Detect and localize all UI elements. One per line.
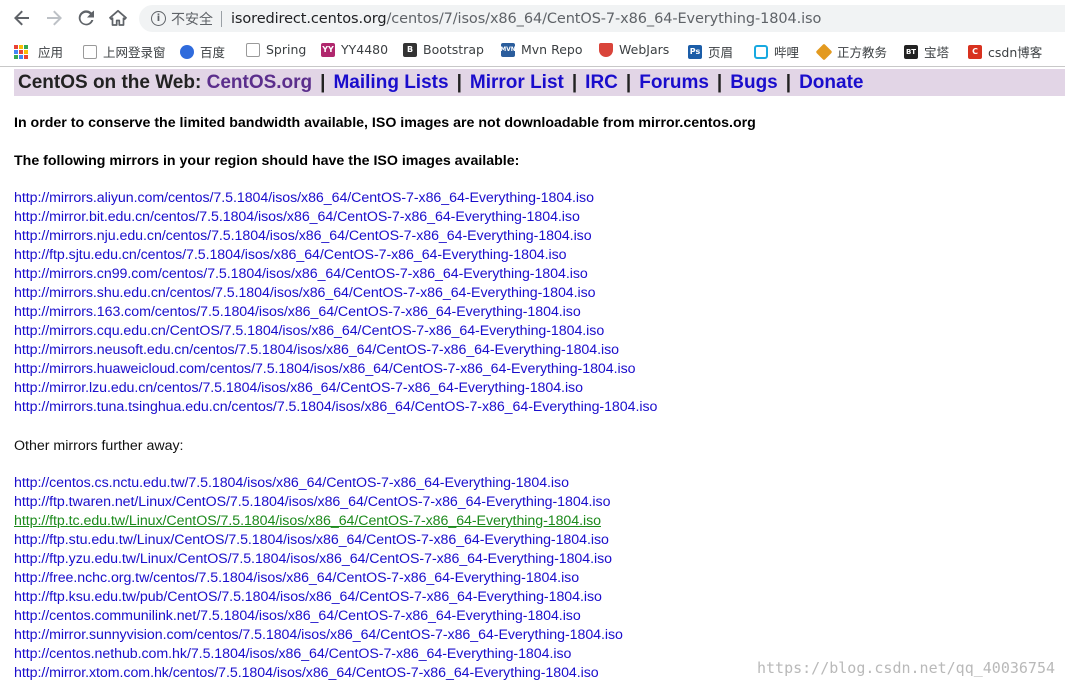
bookmark-label: 百度 [200,45,226,60]
mirror-link[interactable]: http://ftp.twaren.net/Linux/CentOS/7.5.1… [14,493,623,512]
apps-grid-icon [14,44,28,59]
centos-web-banner: CentOS on the Web: CentOS.org | Mailing Li… [14,69,1065,96]
page-icon [246,42,260,57]
page-content: CentOS on the Web: CentOS.org | Mailing Li… [0,67,1065,687]
banner-link-forums[interactable]: Forums [639,72,709,94]
bookmark-yy4480[interactable]: YY YY4480 [321,42,388,57]
away-mirror-list: http://centos.cs.nctu.edu.tw/7.5.1804/is… [14,474,623,683]
banner-separator: | [716,71,723,93]
banner-link-donate[interactable]: Donate [799,72,863,94]
security-label[interactable]: 不安全 [171,9,213,29]
url-text[interactable]: isoredirect.centos.org/centos/7/isos/x86… [231,11,821,27]
mirror-link[interactable]: http://mirrors.huaweicloud.com/centos/7.… [14,360,657,379]
away-mirrors-heading: Other mirrors further away: [14,438,184,454]
mirror-link[interactable]: http://ftp.tc.edu.tw/Linux/CentOS/7.5.18… [14,512,623,531]
banner-link-mirror-list[interactable]: Mirror List [470,72,564,94]
bookmark-ps[interactable]: Ps 页眉 [688,42,733,61]
address-bar[interactable]: i 不安全 isoredirect.centos.org/centos/7/is… [139,5,1065,32]
bookmark-label: WebJars [619,42,670,57]
forward-arrow-icon[interactable] [43,7,65,29]
mirror-link[interactable]: http://mirrors.aliyun.com/centos/7.5.180… [14,189,657,208]
mirror-link[interactable]: http://mirror.lzu.edu.cn/centos/7.5.1804… [14,379,657,398]
bookmark-spring[interactable]: Spring [246,42,306,57]
yy-icon: YY [321,42,335,57]
mirror-link[interactable]: http://mirrors.tuna.tsinghua.edu.cn/cent… [14,398,657,417]
mirror-link[interactable]: http://ftp.yzu.edu.tw/Linux/CentOS/7.5.1… [14,550,623,569]
mirror-link[interactable]: http://mirror.bit.edu.cn/centos/7.5.1804… [14,208,657,227]
bookmark-label: 应用 [38,45,64,60]
reload-icon[interactable] [75,7,97,29]
bilibili-tv-icon [754,44,768,59]
bookmark-apps[interactable]: 应用 [14,42,63,61]
browser-toolbar: i 不安全 isoredirect.centos.org/centos/7/is… [0,0,1065,36]
blog-watermark: https://blog.csdn.net/qq_40036754 [756,659,1055,677]
bookmark-label: YY4480 [341,42,389,57]
bookmark-bootstrap[interactable]: B Bootstrap [403,42,484,57]
mirror-link[interactable]: http://mirrors.nju.edu.cn/centos/7.5.180… [14,227,657,246]
ps-icon: Ps [688,44,702,59]
banner-separator: | [625,71,632,93]
baidu-paw-icon [180,44,194,59]
region-mirrors-heading: The following mirrors in your region sho… [14,153,520,169]
bandwidth-notice: In order to conserve the limited bandwid… [14,115,756,131]
bookmark-label: Mvn Repo [521,42,583,57]
bookmark-label: 页眉 [708,45,734,60]
home-icon[interactable] [107,7,129,29]
omnibox-divider [221,10,222,27]
banner-separator: | [320,71,326,93]
bookmark-bt[interactable]: BT 宝塔 [904,42,949,61]
banner-link-centos-org[interactable]: CentOS.org [207,72,313,94]
zhengfang-icon [815,43,833,60]
bookmark-label: 哔哩 [774,45,800,60]
url-host: isoredirect.centos.org [231,10,387,27]
bookmark-zhengfang[interactable]: 正方教务 [815,42,888,61]
banner-separator: | [571,71,578,93]
mirror-link[interactable]: http://ftp.ksu.edu.tw/pub/CentOS/7.5.180… [14,588,623,607]
mirror-link[interactable]: http://mirror.sunnyvision.com/centos/7.5… [14,626,623,645]
bootstrap-icon: B [403,42,417,57]
mirror-link[interactable]: http://mirrors.neusoft.edu.cn/centos/7.5… [14,341,657,360]
banner-link-irc[interactable]: IRC [585,72,618,94]
bookmarks-bar: 应用 上网登录窗 百度 Spring YY YY4480 B Bootstrap… [0,38,1065,62]
banner-link-bugs[interactable]: Bugs [730,72,778,94]
webjars-shield-icon [599,42,613,57]
bookmark-label: csdn博客 [988,45,1043,60]
banner-separator: | [785,71,792,93]
url-path: /centos/7/isos/x86_64/CentOS-7-x86_64-Ev… [386,10,822,27]
bookmark-baidu[interactable]: 百度 [180,42,225,61]
banner-lead: CentOS on the Web: [18,71,202,93]
banner-link-mailing-lists[interactable]: Mailing Lists [333,72,448,94]
bookmark-label: 上网登录窗 [103,45,166,60]
info-icon[interactable]: i [151,11,166,26]
bookmark-label: Bootstrap [423,42,484,57]
mirror-link[interactable]: http://ftp.stu.edu.tw/Linux/CentOS/7.5.1… [14,531,623,550]
bookmark-bilibili[interactable]: 哔哩 [754,42,799,61]
mirror-link[interactable]: http://mirror.xtom.com.hk/centos/7.5.180… [14,664,623,683]
mirror-link[interactable]: http://centos.nethub.com.hk/7.5.1804/iso… [14,645,623,664]
mirror-link[interactable]: http://mirrors.shu.edu.cn/centos/7.5.180… [14,284,657,303]
bookmark-label: Spring [266,42,307,57]
bookmark-label: 正方教务 [837,45,888,60]
mirror-link[interactable]: http://mirrors.163.com/centos/7.5.1804/i… [14,303,657,322]
mvn-icon: MVN [500,42,516,57]
mirror-link[interactable]: http://centos.cs.nctu.edu.tw/7.5.1804/is… [14,474,623,493]
mirror-link[interactable]: http://mirrors.cn99.com/centos/7.5.1804/… [14,265,657,284]
back-arrow-icon[interactable] [11,7,33,29]
mirror-link[interactable]: http://free.nchc.org.tw/centos/7.5.1804/… [14,569,623,588]
bookmark-login-window[interactable]: 上网登录窗 [83,42,166,61]
csdn-icon: C [968,44,982,59]
bt-icon: BT [904,44,918,59]
banner-separator: | [456,71,462,93]
bookmark-mvn-repo[interactable]: MVN Mvn Repo [500,42,583,57]
mirror-link[interactable]: http://ftp.sjtu.edu.cn/centos/7.5.1804/i… [14,246,657,265]
page-icon [83,44,97,59]
mirror-link[interactable]: http://centos.communilink.net/7.5.1804/i… [14,607,623,626]
region-mirror-list: http://mirrors.aliyun.com/centos/7.5.180… [14,189,657,417]
bookmark-csdn[interactable]: C csdn博客 [968,42,1042,61]
bookmark-label: 宝塔 [924,45,950,60]
bookmark-webjars[interactable]: WebJars [599,42,669,57]
mirror-link[interactable]: http://mirrors.cqu.edu.cn/CentOS/7.5.180… [14,322,657,341]
